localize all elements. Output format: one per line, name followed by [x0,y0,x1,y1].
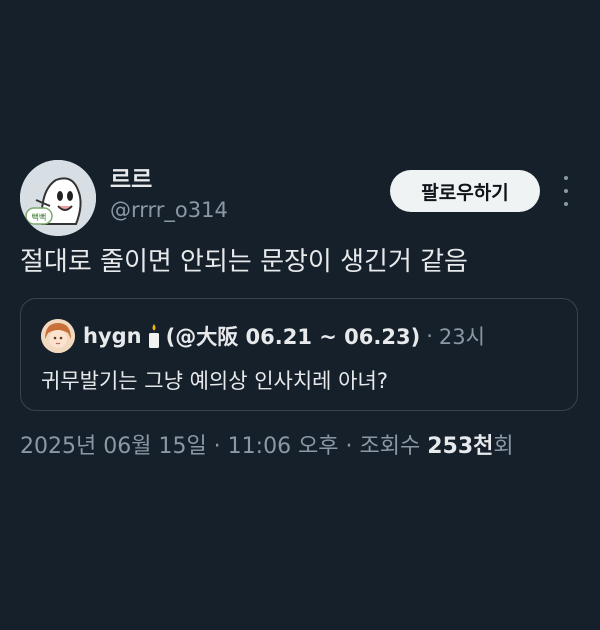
quote-separator: · [426,324,433,348]
author-handle[interactable]: @rrrr_o314 [110,198,228,222]
author-display-name[interactable]: 르르 [110,160,152,194]
view-count-suffix: 회 [493,434,514,459]
quote-author-name[interactable]: hygn [83,324,142,348]
quoted-tweet[interactable]: hygn (@大阪 06.21 ~ 06.23) · 23시 귀무발기는 그냥 … [20,298,578,411]
author-avatar[interactable]: 뻑뻑 [20,160,96,236]
follow-button[interactable]: 팔로우하기 [390,170,540,212]
tweet-datetime[interactable]: 2025년 06월 15일 · 11:06 오후 · 조회수 [20,434,427,459]
quote-author-name-suffix[interactable]: (@大阪 06.21 ~ 06.23) [166,321,421,351]
quote-text: 귀무발기는 그냥 예의상 인사치레 아녀? [41,369,388,393]
tweet-meta: 2025년 06월 15일 · 11:06 오후 · 조회수 253천회 [20,428,590,460]
candle-icon [146,323,162,349]
quote-author-avatar[interactable] [41,319,75,353]
more-vertical-icon[interactable] [556,176,576,206]
quote-header: hygn (@大阪 06.21 ~ 06.23) · 23시 [83,321,485,351]
more-dot [564,189,568,193]
more-dot [564,202,568,206]
view-count[interactable]: 253천 [427,434,493,459]
quote-timestamp[interactable]: 23시 [439,321,485,351]
more-dot [564,176,568,180]
avatar-badge-text: 뻑뻑 [32,212,47,222]
tweet: 뻑뻑 르르 @rrrr_o314 팔로우하기 절대로 줄이면 안되는 문장이 생… [0,0,600,630]
tweet-text: 절대로 줄이면 안되는 문장이 생긴거 같음 [20,247,468,277]
